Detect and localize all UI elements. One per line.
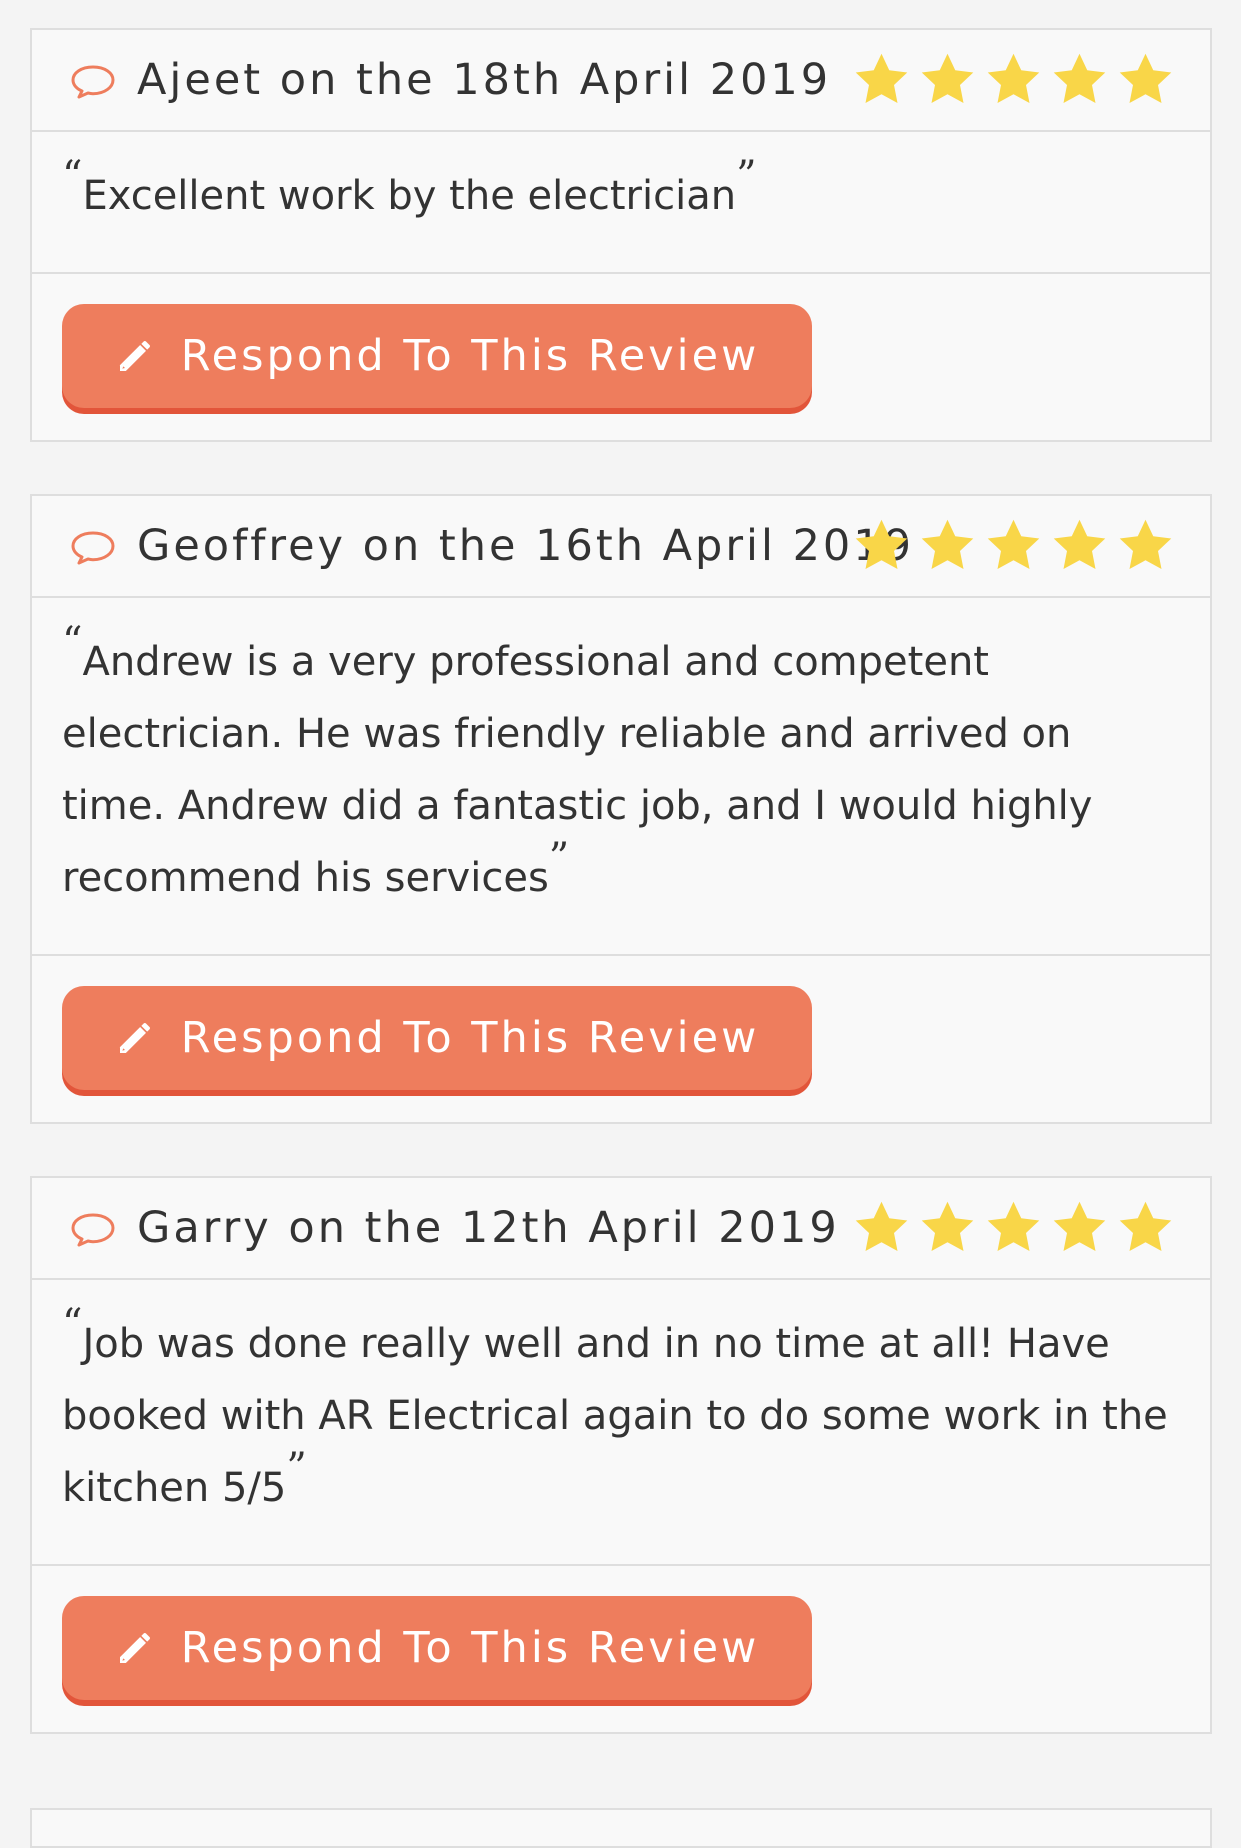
review-header: Ajeet on the 18th April 2019 bbox=[32, 30, 1210, 132]
respond-button-label: Respond To This Review bbox=[180, 331, 760, 381]
pencil-icon bbox=[119, 1633, 150, 1663]
review-text: “Andrew is a very professional and compe… bbox=[62, 622, 1180, 914]
review-card: Garry on the 12th April 2019 “Job was do… bbox=[30, 1176, 1212, 1734]
respond-button-label: Respond To This Review bbox=[180, 1013, 760, 1063]
star-icon bbox=[921, 53, 974, 103]
review-body: “Excellent work by the electrician” bbox=[32, 132, 1210, 274]
star-icon bbox=[1119, 1201, 1172, 1251]
review-footer: Respond To This Review bbox=[32, 956, 1210, 1122]
star-icon bbox=[921, 1201, 974, 1251]
star-rating bbox=[851, 516, 1176, 576]
star-icon bbox=[1053, 519, 1106, 569]
star-icon bbox=[987, 519, 1040, 569]
review-footer: Respond To This Review bbox=[32, 274, 1210, 440]
open-quote: “ bbox=[62, 153, 83, 199]
review-text: “Excellent work by the electrician” bbox=[62, 156, 1180, 232]
review-title: Geoffrey on the 16th April 2019 bbox=[137, 521, 915, 571]
review-text-content: Excellent work by the electrician bbox=[82, 173, 737, 219]
review-text: “Job was done really well and in no time… bbox=[62, 1304, 1180, 1524]
speech-bubble-icon bbox=[71, 531, 115, 565]
review-card-partial bbox=[30, 1808, 1212, 1848]
open-quote: “ bbox=[62, 1301, 83, 1347]
review-card: Ajeet on the 18th April 2019 “Excellent … bbox=[30, 28, 1212, 442]
star-icon bbox=[1119, 53, 1172, 103]
close-quote: ” bbox=[286, 1445, 307, 1491]
star-icon bbox=[987, 53, 1040, 103]
review-footer: Respond To This Review bbox=[32, 1566, 1210, 1732]
star-icon bbox=[921, 519, 974, 569]
close-quote: ” bbox=[736, 153, 757, 199]
review-header: Garry on the 12th April 2019 bbox=[32, 1178, 1210, 1280]
star-rating bbox=[851, 50, 1176, 110]
review-card: Geoffrey on the 16th April 2019 “Andrew … bbox=[30, 494, 1212, 1124]
star-icon bbox=[855, 53, 908, 103]
star-icon bbox=[1053, 53, 1106, 103]
review-list: Ajeet on the 18th April 2019 “Excellent … bbox=[30, 28, 1212, 1786]
respond-to-review-button[interactable]: Respond To This Review bbox=[62, 986, 812, 1090]
review-body: “Job was done really well and in no time… bbox=[32, 1280, 1210, 1566]
pencil-icon bbox=[119, 341, 150, 371]
review-title: Garry on the 12th April 2019 bbox=[137, 1203, 840, 1253]
close-quote: ” bbox=[548, 835, 570, 881]
star-icon bbox=[987, 1201, 1040, 1251]
respond-to-review-button[interactable]: Respond To This Review bbox=[62, 1596, 812, 1700]
open-quote: “ bbox=[62, 619, 83, 665]
review-title: Ajeet on the 18th April 2019 bbox=[137, 55, 832, 105]
speech-bubble-icon bbox=[71, 65, 115, 99]
review-text-content: Andrew is a very professional and compet… bbox=[62, 639, 1093, 901]
star-icon bbox=[855, 1201, 908, 1251]
speech-bubble-icon bbox=[71, 1213, 115, 1247]
star-icon bbox=[1053, 1201, 1106, 1251]
review-body: “Andrew is a very professional and compe… bbox=[32, 598, 1210, 956]
respond-button-label: Respond To This Review bbox=[180, 1623, 760, 1673]
star-rating bbox=[851, 1198, 1176, 1258]
pencil-icon bbox=[119, 1023, 150, 1053]
star-icon bbox=[855, 519, 908, 569]
star-icon bbox=[1119, 519, 1172, 569]
review-text-content: Job was done really well and in no time … bbox=[62, 1321, 1168, 1511]
respond-to-review-button[interactable]: Respond To This Review bbox=[62, 304, 812, 408]
review-header: Geoffrey on the 16th April 2019 bbox=[32, 496, 1210, 598]
